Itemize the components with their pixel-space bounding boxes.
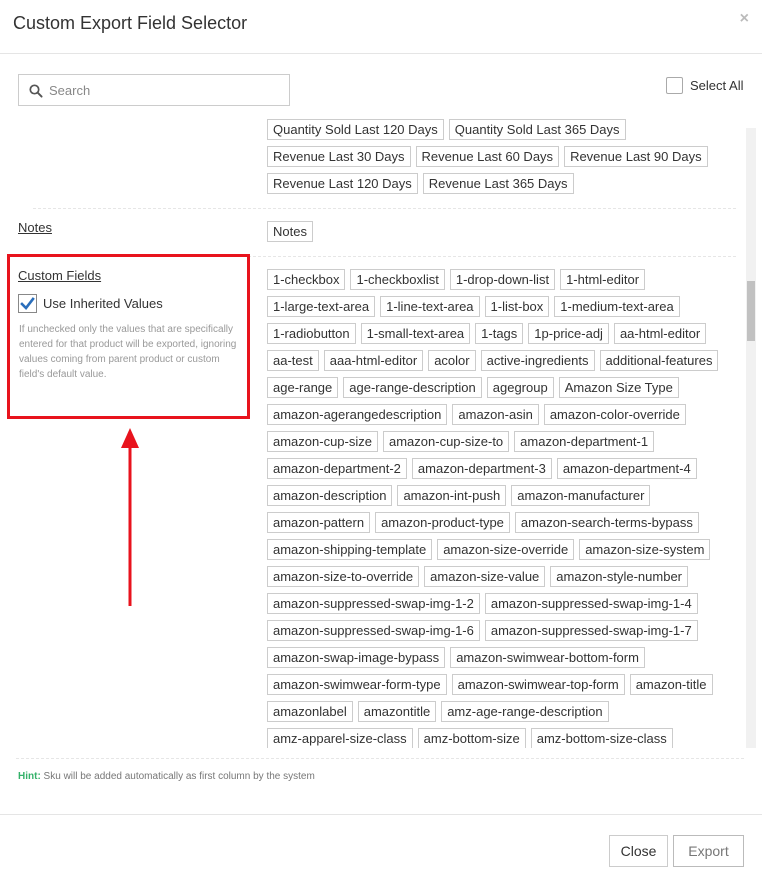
field-tag[interactable]: amazon-shipping-template [267,539,433,560]
field-tag[interactable]: amazon-search-terms-bypass [514,512,699,533]
top-tags: Revenue Last 30 Days Revenue Last 60 Days… [267,146,737,200]
field-tag[interactable]: amazon-department-2 [267,458,407,479]
hint-divider [16,758,744,759]
field-tag[interactable]: 1-line-text-area [380,296,480,317]
field-tag[interactable]: amazon-suppressed-swap-img-1-4 [484,593,698,614]
field-tag[interactable]: amz-bottom-size-class [530,728,673,748]
field-list: Quantity Sold Last 120 Days Quantity Sold… [0,115,746,748]
field-tag[interactable]: 1p-price-adj [528,323,609,344]
field-tag[interactable]: amazon-size-value [424,566,546,587]
field-tag[interactable]: amazon-department-3 [411,458,552,479]
field-tag[interactable]: Revenue Last 365 Days [422,173,574,194]
select-all-label: Select All [690,78,744,93]
field-tag[interactable]: amazon-suppressed-swap-img-1-2 [267,593,480,614]
field-tag[interactable]: amazon-pattern [267,512,371,533]
field-tag[interactable]: Revenue Last 60 Days [415,146,560,167]
close-icon[interactable]: × [740,10,749,28]
dialog-title: Custom Export Field Selector [13,13,248,33]
annotation-highlight-box [7,254,250,419]
field-tag[interactable]: amazon-suppressed-swap-img-1-6 [267,620,480,641]
search-box[interactable] [18,74,290,106]
field-tag[interactable]: amazon-product-type [375,512,510,533]
field-tag[interactable]: amazon-department-1 [514,431,655,452]
field-tag[interactable]: 1-checkbox [267,269,346,290]
field-tag[interactable]: amazonlabel [267,701,353,722]
dialog-header: Custom Export Field Selector × [0,0,762,54]
field-tag[interactable]: 1-radiobutton [267,323,356,344]
field-tag[interactable]: agegroup [486,377,554,398]
select-all-checkbox[interactable] [666,77,683,94]
field-tag[interactable]: amazon-int-push [397,485,507,506]
field-tag[interactable]: additional-features [599,350,719,371]
field-tag[interactable]: 1-small-text-area [360,323,471,344]
field-tag[interactable]: amazon-manufacturer [511,485,651,506]
field-tag[interactable]: 1-drop-down-list [449,269,556,290]
field-tag[interactable]: amz-apparel-size-class [267,728,413,748]
field-tag[interactable]: active-ingredients [480,350,595,371]
field-tag[interactable]: amazon-size-to-override [267,566,420,587]
notes-tags: Notes [267,221,737,248]
field-tag[interactable]: amazon-department-4 [556,458,697,479]
field-tag[interactable]: 1-checkboxlist [350,269,445,290]
field-tag[interactable]: Quantity Sold Last 365 Days [448,119,626,140]
field-tag[interactable]: age-range [267,377,339,398]
annotation-arrow [121,428,139,606]
field-tag[interactable]: amazon-suppressed-swap-img-1-7 [484,620,698,641]
field-tag[interactable]: amazon-cup-size-to [383,431,510,452]
field-tag[interactable]: Amazon Size Type [558,377,679,398]
select-all[interactable]: Select All [666,77,743,94]
custom-field-tags: 1-checkbox 1-checkboxlist 1-drop-down-list… [267,269,737,748]
field-tag[interactable]: amazon-size-system [579,539,711,560]
field-tag[interactable]: amz-age-range-description [441,701,609,722]
field-tag[interactable]: amazon-style-number [550,566,688,587]
field-tag[interactable]: Quantity Sold Last 120 Days [267,119,444,140]
field-tag[interactable]: amazon-swimwear-bottom-form [450,647,645,668]
hint-key: Hint: [18,771,41,782]
field-tag[interactable]: aaa-html-editor [323,350,424,371]
section-divider [33,208,736,209]
field-tag[interactable]: amazontitle [357,701,437,722]
field-tag[interactable]: amazon-size-override [437,539,575,560]
field-tag[interactable]: age-range-description [343,377,482,398]
field-tag[interactable]: amazon-color-override [543,404,686,425]
field-tag[interactable]: 1-html-editor [560,269,646,290]
field-tag[interactable]: amazon-description [267,485,393,506]
search-input[interactable] [49,75,284,105]
scrollbar-thumb[interactable] [747,281,755,341]
export-button[interactable]: Export [673,835,744,867]
field-tag[interactable]: amazon-swap-image-bypass [267,647,446,668]
field-tag[interactable]: 1-list-box [484,296,550,317]
field-tag[interactable]: aa-html-editor [613,323,707,344]
field-tag[interactable]: Notes [267,221,313,242]
field-tag[interactable]: Revenue Last 30 Days [267,146,411,167]
field-tag[interactable]: amazon-title [629,674,713,695]
field-tag[interactable]: Revenue Last 120 Days [267,173,418,194]
hint-text: Hint: Sku will be added automatically as… [18,771,315,782]
close-button[interactable]: Close [609,835,668,867]
field-tag[interactable]: amazon-cup-size [267,431,378,452]
scrollbar[interactable] [746,128,756,748]
field-tag[interactable]: amazon-swimwear-form-type [267,674,447,695]
field-tag[interactable]: amazon-asin [452,404,539,425]
field-tag[interactable]: 1-large-text-area [267,296,376,317]
field-tag[interactable]: 1-medium-text-area [554,296,680,317]
field-tag[interactable]: amazon-swimwear-top-form [451,674,625,695]
hint-body: Sku will be added automatically as first… [40,771,315,782]
search-icon [29,84,43,98]
notes-section-label: Notes [18,220,52,235]
field-tag[interactable]: amazon-agerangedescription [267,404,448,425]
field-tag[interactable]: acolor [428,350,476,371]
field-tag[interactable]: amz-bottom-size [417,728,526,748]
top-tags-row1: Quantity Sold Last 120 Days Quantity Sold… [267,119,737,146]
field-tag[interactable]: Revenue Last 90 Days [564,146,708,167]
field-tag[interactable]: 1-tags [475,323,524,344]
field-tag[interactable]: aa-test [267,350,319,371]
